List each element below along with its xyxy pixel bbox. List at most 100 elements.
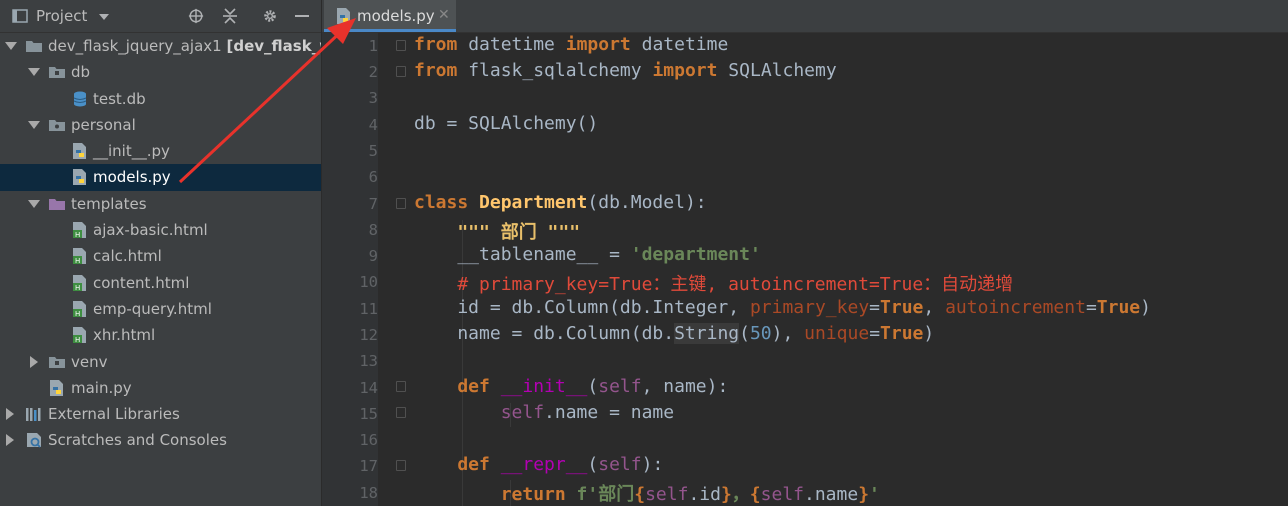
- tree-label-venv: venv: [71, 352, 108, 371]
- token: flask_sqlalchemy: [457, 60, 653, 81]
- expand-arrow-icon[interactable]: [28, 68, 40, 77]
- token: , name):: [641, 376, 729, 397]
- collapse-icon[interactable]: [222, 8, 238, 24]
- tree-item-calc[interactable]: H calc.html: [0, 243, 321, 269]
- tree-label-templates: templates: [71, 194, 147, 213]
- tree-item-root[interactable]: dev_flask_jquery_ajax1 [dev_flask_web: [0, 33, 321, 59]
- tree-item-external-libraries[interactable]: External Libraries: [0, 401, 321, 427]
- token: return: [414, 484, 566, 505]
- code-line-10: # primary_key=True：主键, autoincrement=Tru…: [414, 270, 1013, 296]
- line-number: 7: [368, 195, 378, 213]
- code-line-11: id = db.Column(db.Integer, primary_key = T…: [414, 297, 1151, 323]
- token: True: [880, 297, 924, 318]
- tree-item-main-py[interactable]: main.py: [0, 375, 321, 401]
- locate-icon[interactable]: [188, 8, 204, 24]
- token: from: [414, 34, 458, 55]
- token: ): [923, 323, 935, 344]
- fold-marker-icon[interactable]: [396, 381, 406, 392]
- token: Department: [468, 192, 588, 213]
- tree-item-venv[interactable]: venv: [0, 349, 321, 375]
- token: datetime: [457, 34, 566, 55]
- token: __init__: [500, 376, 588, 397]
- line-number: 2: [368, 63, 378, 81]
- tree-label-content: content.html: [93, 273, 190, 292]
- token: }: [858, 484, 870, 505]
- tree-item-personal[interactable]: personal: [0, 112, 321, 138]
- folder-icon: [48, 353, 66, 371]
- chevron-down-icon[interactable]: [97, 9, 111, 23]
- collapse-arrow-icon[interactable]: [6, 434, 14, 447]
- token: ,: [923, 297, 946, 318]
- tree-label-xhr: xhr.html: [93, 326, 156, 345]
- line-number-gutter: 1 2 3 4 5 6 7 8 9 10 11 12 13 14 15 16 1…: [322, 32, 378, 506]
- line-number: 5: [368, 142, 378, 160]
- svg-text:H: H: [75, 336, 80, 344]
- libraries-icon: [25, 405, 43, 423]
- tree-label-root-module: [dev_flask_web: [226, 37, 322, 55]
- tree-label-root: dev_flask_jquery_ajax1: [48, 37, 222, 55]
- folder-icon: [48, 63, 66, 81]
- token: ):: [641, 454, 664, 475]
- tree-item-templates[interactable]: templates: [0, 191, 321, 217]
- token: 'department': [630, 244, 761, 265]
- expand-arrow-icon[interactable]: [28, 199, 40, 208]
- tab-models-py[interactable]: models.py ✕: [324, 0, 456, 32]
- project-header: Project: [0, 0, 321, 33]
- expand-arrow-icon[interactable]: [28, 120, 40, 129]
- token: =: [1085, 297, 1097, 318]
- line-number: 8: [368, 221, 378, 239]
- token: =: [869, 323, 881, 344]
- gear-icon[interactable]: [262, 8, 278, 24]
- project-window-icon[interactable]: [12, 8, 28, 24]
- tree-label-ajax-basic: ajax-basic.html: [93, 221, 208, 240]
- token: String: [674, 323, 740, 344]
- token: ),: [771, 323, 805, 344]
- tree-label-db: db: [71, 63, 91, 82]
- token: unique: [804, 323, 870, 344]
- collapse-arrow-icon[interactable]: [30, 355, 38, 368]
- expand-arrow-icon[interactable]: [5, 42, 17, 50]
- token: from: [414, 60, 458, 81]
- fold-marker-icon[interactable]: [396, 198, 406, 209]
- fold-marker-icon[interactable]: [396, 460, 406, 471]
- token: primary_key: [749, 297, 870, 318]
- token: {: [749, 484, 761, 505]
- tree-item-emp-query[interactable]: H emp-query.html: [0, 296, 321, 322]
- tree-item-scratches[interactable]: Scratches and Consoles: [0, 427, 321, 453]
- tree-item-test-db[interactable]: test.db: [0, 86, 321, 112]
- tree-label-models-py: models.py: [93, 168, 171, 187]
- token: (db.Model):: [587, 192, 707, 213]
- minimize-icon[interactable]: [294, 8, 310, 24]
- tree-item-db[interactable]: db: [0, 59, 321, 85]
- collapse-arrow-icon[interactable]: [6, 408, 14, 421]
- tree-item-ajax-basic[interactable]: H ajax-basic.html: [0, 217, 321, 243]
- line-number: 14: [359, 379, 378, 397]
- token: self: [598, 454, 642, 475]
- svg-text:H: H: [75, 257, 80, 265]
- token: import: [565, 34, 631, 55]
- tree-item-content[interactable]: H content.html: [0, 270, 321, 296]
- token: datetime: [630, 34, 729, 55]
- tree-item-models-py[interactable]: models.py: [0, 164, 321, 191]
- fold-marker-icon[interactable]: [396, 66, 406, 77]
- token: id = db.Column(db.Integer,: [414, 297, 750, 318]
- tree-item-xhr[interactable]: H xhr.html: [0, 322, 321, 348]
- token: }: [720, 484, 732, 505]
- token: class: [414, 192, 469, 213]
- fold-marker-icon[interactable]: [396, 407, 406, 418]
- token: def: [414, 454, 490, 475]
- token: (: [587, 454, 599, 475]
- package-folder-icon: [48, 116, 66, 134]
- code-line-2: from flask_sqlalchemy import SQLAlchemy: [414, 60, 837, 86]
- fold-marker-icon[interactable]: [396, 40, 406, 51]
- token: SQLAlchemy: [717, 60, 837, 81]
- line-number: 6: [368, 168, 378, 186]
- line-number: 10: [359, 273, 378, 291]
- project-title[interactable]: Project: [36, 7, 87, 25]
- tree-item-init-py[interactable]: __init__.py: [0, 138, 321, 164]
- close-icon[interactable]: ✕: [438, 7, 450, 23]
- token: """ 部门 """: [414, 222, 581, 243]
- line-number: 3: [368, 89, 378, 107]
